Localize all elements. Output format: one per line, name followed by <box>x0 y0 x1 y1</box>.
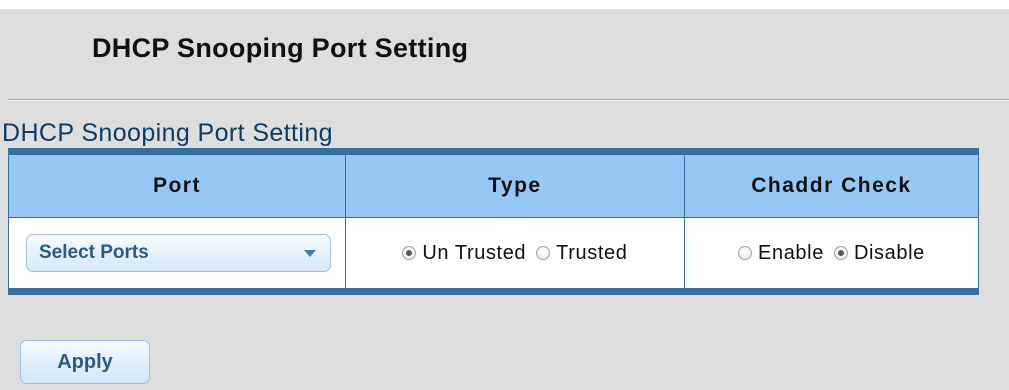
disable-radio[interactable] <box>833 246 848 260</box>
trusted-label: Trusted <box>556 241 628 264</box>
trusted-radio[interactable] <box>536 246 551 260</box>
port-cell: Select Ports <box>8 217 346 292</box>
section-heading: DHCP Snooping Port Setting <box>2 119 333 147</box>
untrusted-radio[interactable] <box>402 246 417 260</box>
disable-label: Disable <box>853 241 925 264</box>
title-divider <box>8 99 1009 101</box>
type-option-untrusted[interactable]: Un Trusted <box>402 242 526 265</box>
apply-button[interactable]: Apply <box>20 340 150 384</box>
chaddr-check-cell: Enable Disable <box>684 217 979 292</box>
type-cell: Un Trusted Trusted <box>345 217 685 292</box>
page-title: DHCP Snooping Port Setting <box>92 33 469 63</box>
select-ports-dropdown[interactable]: Select Ports <box>26 234 331 272</box>
table-row: Select Ports Un Trusted Trusted Enable D… <box>8 217 979 292</box>
chaddr-option-disable[interactable]: Disable <box>833 241 925 265</box>
chevron-down-icon <box>304 250 316 257</box>
header-port: Port <box>8 151 346 218</box>
chaddr-option-enable[interactable]: Enable <box>738 242 824 265</box>
table-header-row: Port Type Chaddr Check <box>8 151 979 218</box>
select-ports-label: Select Ports <box>39 242 149 263</box>
port-setting-table: Port Type Chaddr Check Select Ports Un T… <box>8 148 979 295</box>
enable-label: Enable <box>758 241 824 264</box>
type-radio-group: Un Trusted Trusted <box>346 218 684 288</box>
untrusted-label: Un Trusted <box>422 241 527 264</box>
header-type: Type <box>345 151 685 218</box>
enable-radio[interactable] <box>738 246 753 260</box>
type-option-trusted[interactable]: Trusted <box>536 242 627 265</box>
chaddr-radio-group: Enable Disable <box>685 218 978 288</box>
header-chaddr-check: Chaddr Check <box>684 151 979 218</box>
